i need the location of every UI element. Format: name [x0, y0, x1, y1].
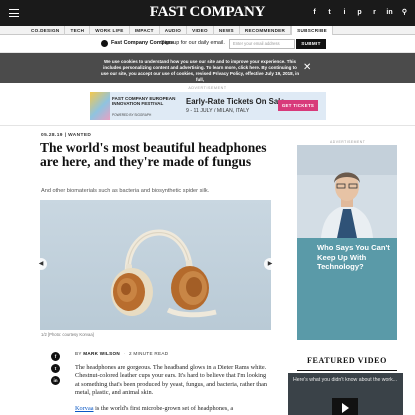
twitter-icon[interactable]: t: [325, 8, 334, 17]
article-paragraph-2: Korvaa is the world's first microbe-grow…: [75, 405, 234, 412]
author-link[interactable]: MARK WILSON: [83, 351, 120, 356]
ad-powered-by: POWERED BY SIGGRAPH: [112, 113, 152, 117]
ad-subtext: 9 - 11 JULY / MILAN, ITALY: [186, 108, 250, 114]
image-caption: 1/2 [Photo: courtesy Korvaa]: [41, 332, 94, 337]
article-dek: And other biomaterials such as bacteria …: [41, 188, 210, 194]
ad-banner[interactable]: FAST COMPANY EUROPEAN INNOVATION FESTIVA…: [90, 92, 326, 120]
headphones-image: [111, 229, 217, 318]
divider: [297, 370, 397, 371]
nav-item-video[interactable]: VIDEO: [187, 25, 214, 35]
featured-video-title: FEATURED VIDEO: [307, 356, 387, 365]
compass-icon: [101, 40, 108, 47]
divider: [0, 125, 415, 126]
instagram-icon[interactable]: i: [340, 8, 349, 17]
search-icon[interactable]: ⚲: [400, 8, 409, 17]
article-category[interactable]: WANTED: [68, 133, 91, 138]
ad-headline: Early-Rate Tickets On Sale: [186, 97, 285, 106]
nav-item-work-life[interactable]: WORK LIFE: [90, 25, 130, 35]
nav-item-impact[interactable]: IMPACT: [130, 25, 160, 35]
submit-button[interactable]: SUBMIT: [296, 39, 326, 49]
nav-item-tech[interactable]: TECH: [65, 25, 91, 35]
byline: BY MARK WILSON · 2 MINUTE READ: [75, 351, 169, 356]
cookie-banner: We use cookies to understand how you use…: [0, 53, 415, 83]
featured-video-caption: Here's what you didn't know about the wo…: [293, 377, 398, 383]
top-header: FAST COMPANY f t i p r in ⚲: [0, 0, 415, 26]
cookie-text: We use cookies to understand how you use…: [100, 59, 300, 82]
sidebar-ad-label: ADVERTISEMENT: [330, 140, 366, 144]
nav-item-news[interactable]: NEWS: [214, 25, 240, 35]
ad-label: ADVERTISEMENT: [188, 86, 227, 90]
article-headline: The world's most beautiful headphones ar…: [40, 140, 267, 169]
ad-festival-name: FAST COMPANY EUROPEAN INNOVATION FESTIVA…: [112, 96, 176, 107]
hero-image[interactable]: [40, 200, 271, 330]
featured-video-player[interactable]: Here's what you didn't know about the wo…: [288, 373, 403, 415]
facebook-share-icon[interactable]: f: [51, 352, 60, 361]
twitter-share-icon[interactable]: t: [51, 364, 60, 373]
pinterest-icon[interactable]: p: [355, 8, 364, 17]
sidebar-ad[interactable]: Who Says You Can't Keep Up With Technolo…: [297, 145, 397, 340]
linkedin-share-icon[interactable]: in: [51, 376, 60, 385]
section-nav: CO.DESIGN TECH WORK LIFE IMPACT AUDIO VI…: [0, 25, 415, 35]
newsletter-bar: Fast Company Compass Sign up for our dai…: [0, 36, 415, 53]
close-icon[interactable]: ✕: [303, 63, 311, 73]
nav-item-codesign[interactable]: CO.DESIGN: [0, 25, 66, 35]
previous-slide-button[interactable]: ◀: [35, 258, 47, 270]
festival-logo: [90, 92, 110, 120]
play-icon[interactable]: [332, 398, 358, 415]
ad-photo: [297, 145, 397, 238]
nav-item-audio[interactable]: AUDIO: [160, 25, 188, 35]
get-tickets-button[interactable]: GET TICKETS: [278, 100, 318, 111]
linkedin-icon[interactable]: in: [385, 8, 394, 17]
korvaa-link[interactable]: Korvaa: [75, 405, 94, 412]
byline-prefix: BY: [75, 351, 82, 356]
social-links: f t i p r in ⚲: [310, 8, 409, 17]
article-paragraph: The headphones are gorgeous. The headban…: [75, 364, 268, 397]
read-time: 2 MINUTE READ: [128, 351, 169, 356]
nav-item-subscribe[interactable]: SUBSCRIBE: [291, 25, 333, 35]
rss-icon[interactable]: r: [370, 8, 379, 17]
sidebar-ad-text: Who Says You Can't Keep Up With Technolo…: [317, 243, 390, 272]
next-slide-button[interactable]: ▶: [264, 258, 276, 270]
article-date: 05.28.19: [41, 133, 63, 138]
nav-item-recommender[interactable]: RECOMMENDER: [240, 25, 292, 35]
newsletter-description: Sign up for our daily email.: [161, 40, 225, 46]
facebook-icon[interactable]: f: [310, 8, 319, 17]
share-bar: f t in: [51, 352, 60, 385]
email-field[interactable]: Enter your email address: [229, 39, 295, 49]
article-meta: 05.28.19 | WANTED: [41, 133, 92, 138]
